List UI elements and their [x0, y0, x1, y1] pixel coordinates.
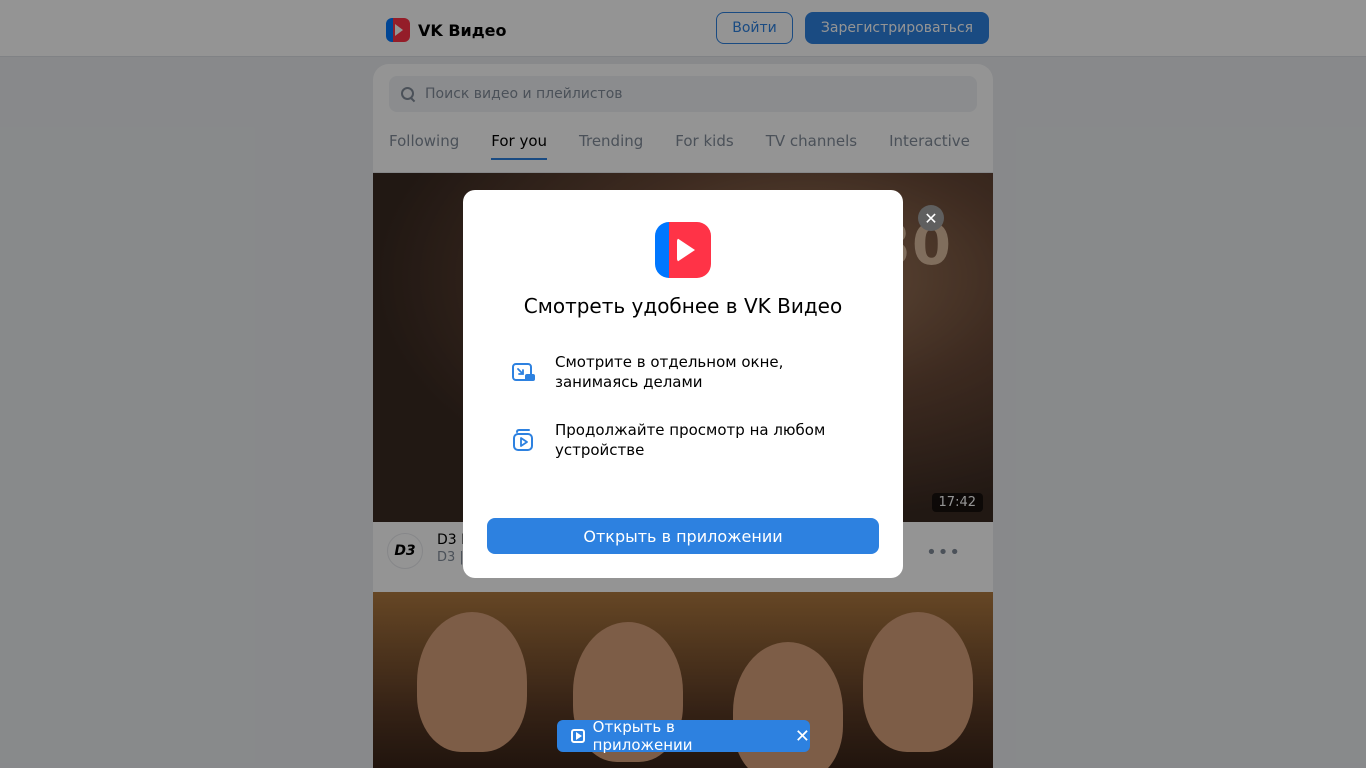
open-in-app-bar[interactable]: Открыть в приложении ✕: [557, 718, 810, 754]
vk-video-app-icon: [655, 222, 711, 278]
feature-text: Смотрите в отдельном окне, занимаясь дел…: [555, 353, 784, 391]
feature-text: Продолжайте просмотр на любом устройстве: [555, 421, 826, 459]
open-in-app-button[interactable]: Открыть в приложении: [487, 518, 879, 554]
feature-item: Смотрите в отдельном окне, занимаясь дел…: [511, 352, 871, 392]
app-play-icon: [571, 729, 585, 743]
multi-device-icon: [513, 429, 533, 451]
picture-in-picture-icon: [512, 363, 535, 381]
close-icon[interactable]: ✕: [918, 205, 944, 231]
open-in-app-bar-label: Открыть в приложении: [592, 718, 693, 754]
feature-item: Продолжайте просмотр на любом устройстве: [511, 420, 871, 460]
close-icon[interactable]: ✕: [795, 726, 810, 747]
modal-title: Смотреть удобнее в VK Видео: [523, 294, 843, 318]
open-in-app-modal: Смотреть удобнее в VK Видео Смотрите в о…: [463, 190, 903, 578]
